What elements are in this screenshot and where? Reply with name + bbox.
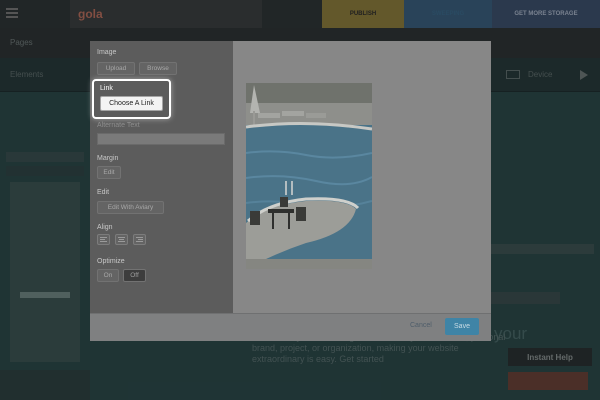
browse-button[interactable]: Browse (139, 62, 177, 75)
optimize-on-button[interactable]: On (97, 269, 119, 282)
dialog-footer: Cancel Save (90, 313, 491, 341)
save-button[interactable]: Save (445, 318, 479, 335)
cancel-button[interactable]: Cancel (410, 322, 432, 329)
settings-sidebar: Image Upload Browse Alternate Text Margi… (90, 41, 233, 313)
edit-section-label: Edit (97, 189, 110, 196)
alt-text-label: Alternate Text (97, 122, 140, 129)
margin-edit-button[interactable]: Edit (97, 166, 121, 179)
optimize-section-label: Optimize (97, 258, 125, 265)
image-section-label: Image (97, 49, 117, 56)
pool-photo (246, 83, 372, 269)
image-preview-pane (233, 41, 491, 313)
align-center-icon[interactable] (115, 234, 128, 245)
optimize-off-button[interactable]: Off (123, 269, 146, 282)
align-left-icon[interactable] (97, 234, 110, 245)
upload-button[interactable]: Upload (97, 62, 135, 75)
link-section-label: Link (100, 85, 113, 92)
align-section-label: Align (97, 224, 113, 231)
image-settings-dialog: Image Upload Browse Alternate Text Margi… (90, 41, 491, 341)
edit-with-aviary-button[interactable]: Edit With Aviary (97, 201, 164, 214)
link-section-highlight: Link Choose A Link (92, 79, 171, 119)
margin-section-label: Margin (97, 155, 119, 162)
choose-a-link-button[interactable]: Choose A Link (100, 96, 163, 111)
alt-text-input[interactable] (97, 133, 225, 145)
align-right-icon[interactable] (133, 234, 146, 245)
